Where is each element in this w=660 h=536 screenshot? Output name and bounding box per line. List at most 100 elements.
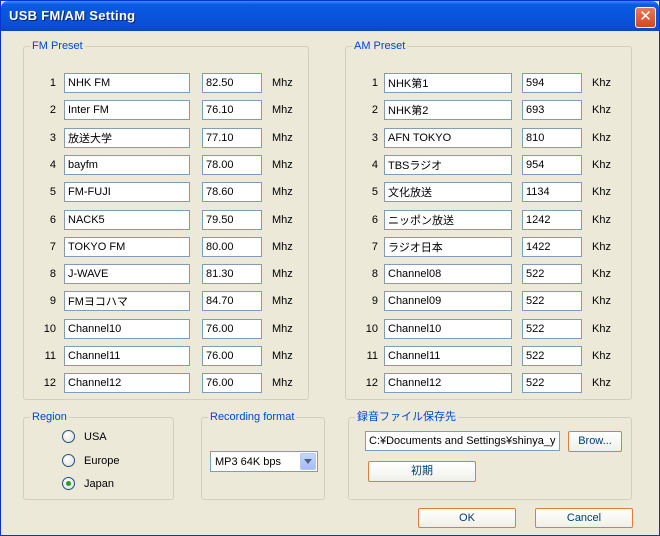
- fm-station-name-input[interactable]: [64, 209, 190, 230]
- fm-frequency-input[interactable]: [202, 100, 262, 121]
- fm-frequency-input[interactable]: [202, 209, 262, 230]
- title-bar[interactable]: USB FM/AM Setting ✕: [1, 1, 659, 31]
- fm-frequency-input[interactable]: [202, 236, 262, 257]
- am-frequency-input[interactable]: [522, 209, 582, 230]
- fm-row-number: 6: [49, 213, 56, 226]
- am-frequency-input[interactable]: [522, 318, 582, 339]
- fm-station-name-input[interactable]: [64, 264, 190, 285]
- am-frequency-input[interactable]: [522, 291, 582, 312]
- am-unit-label: Khz: [592, 377, 611, 390]
- browse-button[interactable]: Brow...: [568, 431, 622, 452]
- am-row-number: 8: [371, 268, 378, 281]
- fm-frequency-input[interactable]: [202, 264, 262, 285]
- am-station-name-input[interactable]: [384, 73, 512, 93]
- radio-button-icon[interactable]: [62, 477, 75, 490]
- fm-station-name-input[interactable]: [64, 291, 190, 312]
- init-button[interactable]: 初期: [368, 461, 476, 482]
- close-button[interactable]: ✕: [635, 7, 656, 28]
- fm-row-number: 4: [49, 158, 56, 171]
- fm-preset-legend: FM Preset: [30, 39, 85, 53]
- fm-frequency-input[interactable]: [202, 182, 262, 203]
- region-group: Region USA Europe Japan: [23, 410, 174, 500]
- am-frequency-input[interactable]: [522, 236, 582, 257]
- fm-unit-label: Mhz: [272, 77, 293, 89]
- fm-station-name-input[interactable]: [64, 73, 190, 93]
- am-unit-label: Khz: [592, 322, 611, 335]
- am-frequency-input[interactable]: [522, 373, 582, 394]
- am-preset-legend: AM Preset: [352, 39, 408, 53]
- cancel-button[interactable]: Cancel: [535, 508, 633, 528]
- am-frequency-input[interactable]: [522, 346, 582, 366]
- fm-frequency-input[interactable]: [202, 127, 262, 148]
- am-station-name-input[interactable]: [384, 346, 512, 366]
- fm-unit-label: Mhz: [272, 350, 293, 362]
- fm-station-name-input[interactable]: [64, 154, 190, 175]
- window-title: USB FM/AM Setting: [9, 8, 136, 23]
- fm-frequency-input[interactable]: [202, 373, 262, 394]
- radio-button-icon[interactable]: [62, 430, 75, 443]
- am-frequency-input[interactable]: [522, 154, 582, 175]
- fm-frequency-input[interactable]: [202, 154, 262, 175]
- am-station-name-input[interactable]: [384, 154, 512, 175]
- fm-frequency-input[interactable]: [202, 291, 262, 312]
- fm-station-name-input[interactable]: [64, 346, 190, 366]
- fm-row-number: 11: [44, 350, 56, 362]
- am-station-name-input[interactable]: [384, 373, 512, 394]
- settings-dialog: USB FM/AM Setting ✕ FM Preset 1 Mhz 2 Mhz 3 M…: [0, 0, 660, 536]
- am-preset-group: AM Preset 1 Khz 2 Khz 3 Khz 4 Khz 5 Khz 6 Khz 7 Khz 8 K…: [345, 39, 632, 400]
- fm-unit-label: Mhz: [272, 295, 293, 308]
- am-frequency-input[interactable]: [522, 264, 582, 285]
- fm-frequency-input[interactable]: [202, 73, 262, 93]
- recording-format-value: MP3 64K bps: [215, 456, 282, 468]
- am-row-number: 10: [365, 322, 378, 335]
- am-station-name-input[interactable]: [384, 236, 512, 257]
- fm-station-name-input[interactable]: [64, 236, 190, 257]
- radio-button-icon[interactable]: [62, 453, 75, 467]
- fm-row-number: 3: [49, 131, 56, 144]
- am-station-name-input[interactable]: [384, 291, 512, 312]
- am-row-number: 3: [371, 131, 378, 144]
- am-row-number: 9: [371, 295, 378, 308]
- region-radio-japan[interactable]: Japan: [62, 476, 162, 492]
- am-station-name-input[interactable]: [384, 182, 512, 203]
- region-radio-label: Europe: [84, 454, 120, 467]
- am-row-number: 2: [371, 104, 378, 117]
- am-station-name-input[interactable]: [384, 318, 512, 339]
- fm-unit-label: Mhz: [272, 104, 293, 117]
- fm-station-name-input[interactable]: [64, 373, 190, 394]
- region-radio-label: Japan: [84, 478, 114, 490]
- fm-frequency-input[interactable]: [202, 318, 262, 339]
- fm-station-name-input[interactable]: [64, 182, 190, 203]
- am-station-name-input[interactable]: [384, 264, 512, 285]
- fm-station-name-input[interactable]: [64, 318, 190, 339]
- am-frequency-input[interactable]: [522, 100, 582, 121]
- am-frequency-input[interactable]: [522, 73, 582, 93]
- am-unit-label: Khz: [592, 104, 611, 117]
- am-unit-label: Khz: [592, 213, 611, 226]
- am-unit-label: Khz: [592, 158, 611, 171]
- fm-station-name-input[interactable]: [64, 127, 190, 148]
- save-path-input[interactable]: [365, 431, 560, 451]
- close-icon: ✕: [639, 8, 652, 25]
- save-location-group: 録音ファイル保存先 Brow... 初期: [348, 410, 632, 500]
- am-row-number: 5: [371, 186, 378, 199]
- am-station-name-input[interactable]: [384, 100, 512, 121]
- chevron-down-icon[interactable]: [300, 453, 316, 470]
- fm-row-number: 9: [49, 295, 56, 308]
- ok-button[interactable]: OK: [418, 508, 516, 528]
- fm-frequency-input[interactable]: [202, 346, 262, 366]
- recording-format-group: Recording format MP3 64K bps: [201, 410, 325, 500]
- region-radio-usa[interactable]: USA: [62, 429, 162, 445]
- am-frequency-input[interactable]: [522, 182, 582, 203]
- fm-station-name-input[interactable]: [64, 100, 190, 121]
- recording-format-select[interactable]: MP3 64K bps: [210, 451, 318, 472]
- fm-unit-label: Mhz: [272, 131, 293, 144]
- recording-format-legend: Recording format: [208, 410, 297, 424]
- am-station-name-input[interactable]: [384, 209, 512, 230]
- fm-row-number: 2: [49, 104, 56, 117]
- am-station-name-input[interactable]: [384, 127, 512, 148]
- region-radio-europe[interactable]: Europe: [62, 453, 162, 469]
- am-frequency-input[interactable]: [522, 127, 582, 148]
- am-unit-label: Khz: [592, 240, 611, 253]
- fm-unit-label: Mhz: [272, 240, 293, 253]
